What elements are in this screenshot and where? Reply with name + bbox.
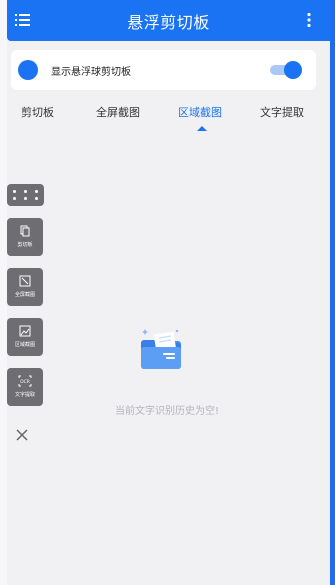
fullscreen-screenshot-icon — [19, 275, 31, 287]
svg-text:OCR: OCR — [20, 379, 30, 385]
toggle-label: 显示悬浮球剪切板 — [51, 66, 131, 78]
floating-ball-switch[interactable] — [270, 61, 302, 79]
float-clipboard-button[interactable]: 剪切板 — [7, 218, 43, 256]
tab-bar: 剪切板 全屏截图 区域截图 文字提取 — [7, 104, 330, 132]
app-screen: 悬浮剪切板 显示悬浮球剪切板 剪切板 全屏截图 区域截图 文字提取 剪切板 全屏… — [7, 0, 330, 585]
app-bar: 悬浮剪切板 — [7, 0, 330, 41]
float-region-label: 区域截图 — [14, 342, 35, 348]
float-fullscreen-button[interactable]: 全屏截图 — [7, 268, 43, 306]
switch-knob — [284, 61, 302, 79]
float-region-button[interactable]: 区域截图 — [7, 318, 43, 356]
ocr-icon: OCR — [18, 375, 32, 387]
menu-icon[interactable] — [15, 12, 31, 28]
screen-edge-right — [330, 0, 335, 585]
empty-state-text: 当前文字识别历史为空! — [114, 406, 219, 417]
floating-ball-toggle-card[interactable]: 显示悬浮球剪切板 — [11, 50, 316, 90]
float-ocr-label: 文字提取 — [14, 392, 35, 398]
drag-handle-icon[interactable] — [7, 184, 44, 206]
tab-clipboard[interactable]: 剪切板 — [21, 104, 54, 120]
status-dot-icon — [18, 60, 38, 80]
empty-folder-icon — [141, 329, 181, 369]
screen-edge-left — [0, 0, 7, 585]
more-vertical-icon[interactable] — [306, 12, 312, 28]
float-ocr-button[interactable]: OCR 文字提取 — [7, 368, 43, 406]
tab-fullscreen-screenshot[interactable]: 全屏截图 — [96, 104, 140, 120]
page-title: 悬浮剪切板 — [127, 12, 210, 32]
active-tab-indicator — [197, 126, 207, 131]
tab-text-extract[interactable]: 文字提取 — [260, 104, 304, 120]
clipboard-icon — [20, 225, 30, 237]
tab-region-screenshot[interactable]: 区域截图 — [178, 104, 222, 120]
float-clipboard-label: 剪切板 — [17, 242, 33, 248]
float-fullscreen-label: 全屏截图 — [14, 292, 35, 298]
close-icon[interactable] — [15, 428, 29, 442]
region-screenshot-icon — [19, 325, 31, 337]
